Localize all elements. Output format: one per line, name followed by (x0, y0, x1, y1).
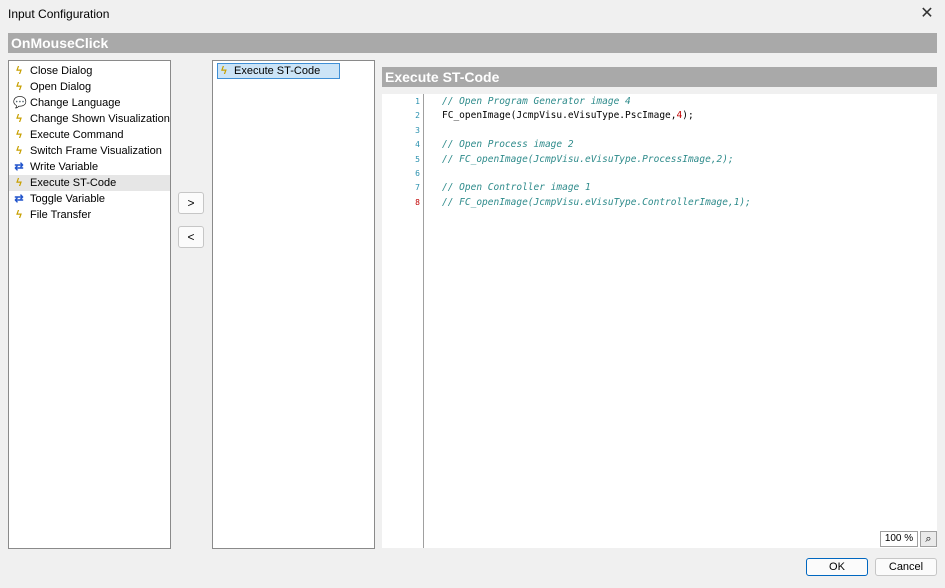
lightning-icon: ϟ (221, 65, 227, 77)
code-line[interactable]: // Open Program Generator image 4 (442, 95, 631, 109)
line-number: 8 (415, 197, 420, 207)
action-item-label: File Transfer (30, 209, 92, 221)
code-comment: // FC_openImage(JcmpVisu.eVisuType.Contr… (442, 196, 751, 208)
action-item-label: Switch Frame Visualization (30, 145, 162, 157)
action-item-label: Change Shown Visualization (30, 113, 170, 125)
code-comment: // FC_openImage(JcmpVisu.eVisuType.Proce… (442, 153, 734, 165)
action-item[interactable]: ⇄ Toggle Variable (9, 191, 170, 207)
action-item-label: Change Language (30, 97, 121, 109)
available-actions-list[interactable]: ϟ Close Dialog ϟ Open Dialog 💬 Change Languag… (8, 60, 171, 549)
selected-action-item[interactable]: ϟ Execute ST-Code (217, 63, 340, 79)
variable-icon: ⇄ (14, 161, 24, 173)
selected-action-label: Execute ST-Code (234, 65, 321, 77)
code-comment: // Open Process image 2 (442, 139, 574, 151)
lightning-icon: ϟ (16, 129, 22, 141)
line-number: 4 (415, 140, 420, 150)
selected-actions-list[interactable]: ϟ Execute ST-Code (212, 60, 375, 549)
action-item-label: Execute Command (30, 129, 124, 141)
lightning-icon: ϟ (16, 177, 22, 189)
lightning-icon: ϟ (16, 81, 22, 93)
code-line[interactable]: // Open Process image 2 (442, 138, 574, 152)
ok-button[interactable]: OK (806, 558, 868, 576)
remove-action-button[interactable]: < (178, 226, 204, 248)
code-text: ); (682, 110, 694, 122)
action-item[interactable]: ϟ Open Dialog (9, 79, 170, 95)
line-number: 6 (415, 169, 420, 178)
event-header: OnMouseClick (8, 33, 937, 53)
code-line[interactable]: // FC_openImage(JcmpVisu.eVisuType.Proce… (442, 153, 734, 167)
lightning-icon: ϟ (16, 113, 22, 125)
action-item[interactable]: 💬 Change Language (9, 95, 170, 111)
st-code-editor[interactable]: 1 2 3 4 5 6 7 8 // Open Program Generator image… (382, 94, 937, 548)
line-number-gutter: 1 2 3 4 5 6 7 8 (382, 94, 424, 548)
action-item-label: Execute ST-Code (30, 177, 117, 189)
window-title: Input Configuration (8, 7, 110, 21)
zoom-icon[interactable]: ⌕ (920, 531, 937, 547)
action-item[interactable]: ϟ Close Dialog (9, 63, 170, 79)
code-panel-header: Execute ST-Code (382, 67, 937, 87)
action-item[interactable]: ⇄ Write Variable (9, 159, 170, 175)
line-number: 1 (415, 97, 420, 106)
zoom-level[interactable]: 100 % (880, 531, 918, 547)
action-item[interactable]: ϟ File Transfer (9, 207, 170, 223)
code-line[interactable]: FC_openImage(JcmpVisu.eVisuType.PscImage… (442, 109, 694, 123)
line-number: 7 (415, 183, 420, 193)
lightning-icon: ϟ (16, 145, 22, 157)
code-line[interactable]: // FC_openImage(JcmpVisu.eVisuType.Contr… (442, 196, 751, 210)
lightning-icon: ϟ (16, 209, 22, 221)
title-bar: Input Configuration ✕ (0, 0, 945, 28)
line-number: 2 (415, 111, 420, 121)
action-item[interactable]: ϟ Execute Command (9, 127, 170, 143)
variable-icon: ⇄ (14, 193, 24, 205)
code-text: FC_openImage(JcmpVisu.eVisuType.PscImage… (442, 110, 677, 122)
action-item[interactable]: ϟ Switch Frame Visualization (9, 143, 170, 159)
line-number: 5 (415, 154, 420, 164)
action-item-label: Open Dialog (30, 81, 92, 93)
close-icon[interactable]: ✕ (915, 2, 939, 26)
line-number: 3 (415, 125, 420, 135)
add-action-button[interactable]: > (178, 192, 204, 214)
action-item[interactable]: ϟ Change Shown Visualization (9, 111, 170, 127)
action-item-label: Write Variable (30, 161, 99, 173)
code-comment: // Open Controller image 1 (442, 182, 591, 194)
lightning-icon: ϟ (16, 65, 22, 77)
code-line[interactable]: // Open Controller image 1 (442, 181, 591, 195)
code-comment: // Open Program Generator image 4 (442, 96, 631, 107)
action-item[interactable]: ϟ Execute ST-Code (9, 175, 170, 191)
speech-bubble-icon: 💬 (13, 97, 27, 109)
cancel-button[interactable]: Cancel (875, 558, 937, 576)
action-item-label: Close Dialog (30, 65, 93, 77)
action-item-label: Toggle Variable (30, 193, 106, 205)
